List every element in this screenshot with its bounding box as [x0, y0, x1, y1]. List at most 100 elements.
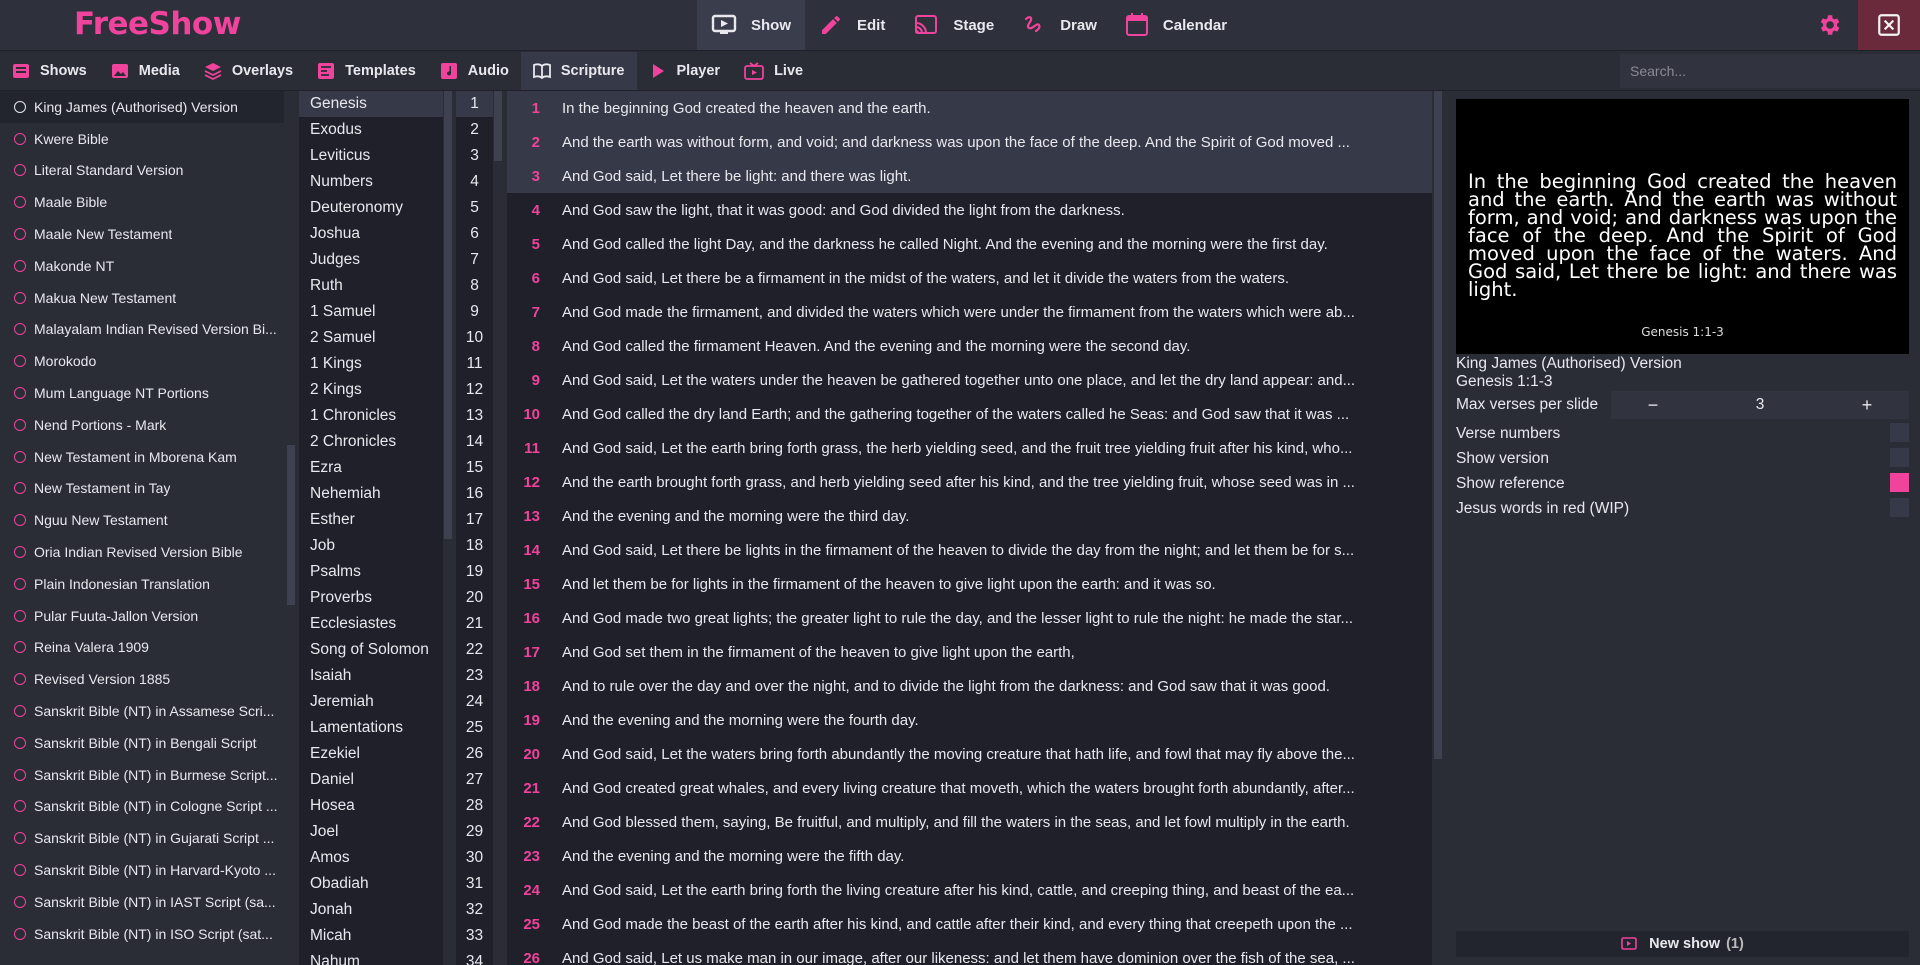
version-item[interactable]: Maale New Testament — [0, 218, 284, 250]
chapter-item[interactable]: 8 — [456, 273, 493, 299]
chapter-item[interactable]: 9 — [456, 299, 493, 325]
version-item[interactable]: Reina Valera 1909 — [0, 632, 284, 664]
chapter-item[interactable]: 16 — [456, 481, 493, 507]
verse-row[interactable]: 8 And God called the firmament Heaven. An… — [507, 329, 1432, 363]
version-item[interactable]: Sanskrit Bible (NT) in Bengali Script — [0, 727, 284, 759]
tab-overlays[interactable]: Overlays — [192, 52, 305, 90]
book-item[interactable]: Isaiah — [299, 663, 443, 689]
chapter-item[interactable]: 17 — [456, 507, 493, 533]
nav-draw[interactable]: Draw — [1008, 0, 1111, 50]
chapter-item[interactable]: 33 — [456, 923, 493, 949]
book-item[interactable]: Deuteronomy — [299, 195, 443, 221]
chapter-item[interactable]: 23 — [456, 663, 493, 689]
chapter-item[interactable]: 20 — [456, 585, 493, 611]
version-item[interactable]: King James (Authorised) Version — [0, 91, 284, 123]
book-item[interactable]: Leviticus — [299, 143, 443, 169]
book-item[interactable]: Genesis — [299, 91, 443, 117]
version-item[interactable]: Oria Indian Revised Version Bible — [0, 536, 284, 568]
tab-scripture[interactable]: Scripture — [520, 52, 637, 90]
version-item[interactable]: Morokodo — [0, 345, 284, 377]
tab-media[interactable]: Media — [99, 52, 192, 90]
version-item[interactable]: Nend Portions - Mark — [0, 409, 284, 441]
version-item[interactable]: Malayalam Indian Revised Version Bi... — [0, 314, 284, 346]
verse-row[interactable]: 13 And the evening and the morning were t… — [507, 499, 1432, 533]
verse-row[interactable]: 3 And God said, Let there be light: and t… — [507, 159, 1432, 193]
verse-row[interactable]: 5 And God called the light Day, and the d… — [507, 227, 1432, 261]
verse-row[interactable]: 9 And God said, Let the waters under the … — [507, 363, 1432, 397]
chapter-item[interactable]: 3 — [456, 143, 493, 169]
chapter-item[interactable]: 32 — [456, 897, 493, 923]
chapter-item[interactable]: 24 — [456, 689, 493, 715]
chapter-item[interactable]: 26 — [456, 741, 493, 767]
verse-row[interactable]: 17 And God set them in the firmament of t… — [507, 635, 1432, 669]
verse-row[interactable]: 2 And the earth was without form, and voi… — [507, 125, 1432, 159]
book-item[interactable]: Joshua — [299, 221, 443, 247]
chapter-item[interactable]: 15 — [456, 455, 493, 481]
chapter-item[interactable]: 19 — [456, 559, 493, 585]
book-item[interactable]: Ezekiel — [299, 741, 443, 767]
version-item[interactable]: Sanskrit Bible (NT) in Cologne Script ..… — [0, 791, 284, 823]
verse-row[interactable]: 7 And God made the firmament, and divided… — [507, 295, 1432, 329]
chapter-item[interactable]: 6 — [456, 221, 493, 247]
book-item[interactable]: 1 Kings — [299, 351, 443, 377]
verse-numbers-checkbox[interactable] — [1890, 423, 1909, 442]
nav-show[interactable]: Show — [697, 0, 805, 50]
version-item[interactable]: New Testament in Mborena Kam — [0, 441, 284, 473]
version-item[interactable]: Maale Bible — [0, 186, 284, 218]
book-item[interactable]: Ruth — [299, 273, 443, 299]
tab-templates[interactable]: Templates — [305, 52, 428, 90]
book-item[interactable]: Joel — [299, 819, 443, 845]
verse-row[interactable]: 10 And God called the dry land Earth; and… — [507, 397, 1432, 431]
book-item[interactable]: Ezra — [299, 455, 443, 481]
version-item[interactable]: Revised Version 1885 — [0, 663, 284, 695]
version-list-scroll-thumb[interactable] — [287, 445, 295, 605]
chapter-item[interactable]: 13 — [456, 403, 493, 429]
chapter-item[interactable]: 12 — [456, 377, 493, 403]
chapter-item[interactable]: 5 — [456, 195, 493, 221]
book-item[interactable]: Daniel — [299, 767, 443, 793]
version-item[interactable]: Sanskrit Bible (NT) in Assamese Scri... — [0, 695, 284, 727]
chapter-item[interactable]: 28 — [456, 793, 493, 819]
verse-row[interactable]: 6 And God said, Let there be a firmament … — [507, 261, 1432, 295]
chapter-item[interactable]: 1 — [456, 91, 493, 117]
book-item[interactable]: 2 Samuel — [299, 325, 443, 351]
version-item[interactable]: Sanskrit Bible (NT) in ISO Script (sat..… — [0, 918, 284, 950]
tab-shows[interactable]: Shows — [0, 52, 99, 90]
book-item[interactable]: 1 Chronicles — [299, 403, 443, 429]
book-item[interactable]: Nahum — [299, 949, 443, 965]
chapter-item[interactable]: 10 — [456, 325, 493, 351]
verse-row[interactable]: 18 And to rule over the day and over the … — [507, 669, 1432, 703]
book-item[interactable]: Song of Solomon — [299, 637, 443, 663]
book-item[interactable]: Amos — [299, 845, 443, 871]
book-item[interactable]: Exodus — [299, 117, 443, 143]
book-item[interactable]: Judges — [299, 247, 443, 273]
verse-row[interactable]: 11 And God said, Let the earth bring fort… — [507, 431, 1432, 465]
verse-list-scroll-thumb[interactable] — [1434, 91, 1442, 759]
slide-preview[interactable]: In the beginning God created the heaven … — [1456, 99, 1909, 354]
book-item[interactable]: Lamentations — [299, 715, 443, 741]
book-list-scroll-thumb[interactable] — [444, 91, 452, 539]
verse-row[interactable]: 22 And God blessed them, saying, Be fruit… — [507, 805, 1432, 839]
version-item[interactable]: Pular Fuuta-Jallon Version — [0, 600, 284, 632]
chapter-list-scroll-thumb[interactable] — [494, 91, 502, 161]
chapter-item[interactable]: 25 — [456, 715, 493, 741]
nav-stage[interactable]: Stage — [899, 0, 1008, 50]
version-item[interactable]: Makonde NT — [0, 250, 284, 282]
version-item[interactable]: Plain Indonesian Translation — [0, 568, 284, 600]
verse-row[interactable]: 12 And the earth brought forth grass, and… — [507, 465, 1432, 499]
verse-row[interactable]: 1 In the beginning God created the heaven… — [507, 91, 1432, 125]
book-item[interactable]: 1 Samuel — [299, 299, 443, 325]
version-list-scrollbar[interactable] — [286, 91, 296, 965]
increase-button[interactable]: + — [1825, 395, 1909, 416]
nav-calendar[interactable]: Calendar — [1111, 0, 1241, 50]
book-item[interactable]: Obadiah — [299, 871, 443, 897]
chapter-item[interactable]: 4 — [456, 169, 493, 195]
book-item[interactable]: Proverbs — [299, 585, 443, 611]
verse-row[interactable]: 4 And God saw the light, that it was good… — [507, 193, 1432, 227]
verse-list-scrollbar[interactable] — [1432, 91, 1444, 965]
verse-row[interactable]: 14 And God said, Let there be lights in t… — [507, 533, 1432, 567]
book-item[interactable]: Ecclesiastes — [299, 611, 443, 637]
book-item[interactable]: Esther — [299, 507, 443, 533]
nav-edit[interactable]: Edit — [805, 0, 899, 50]
book-item[interactable]: Psalms — [299, 559, 443, 585]
